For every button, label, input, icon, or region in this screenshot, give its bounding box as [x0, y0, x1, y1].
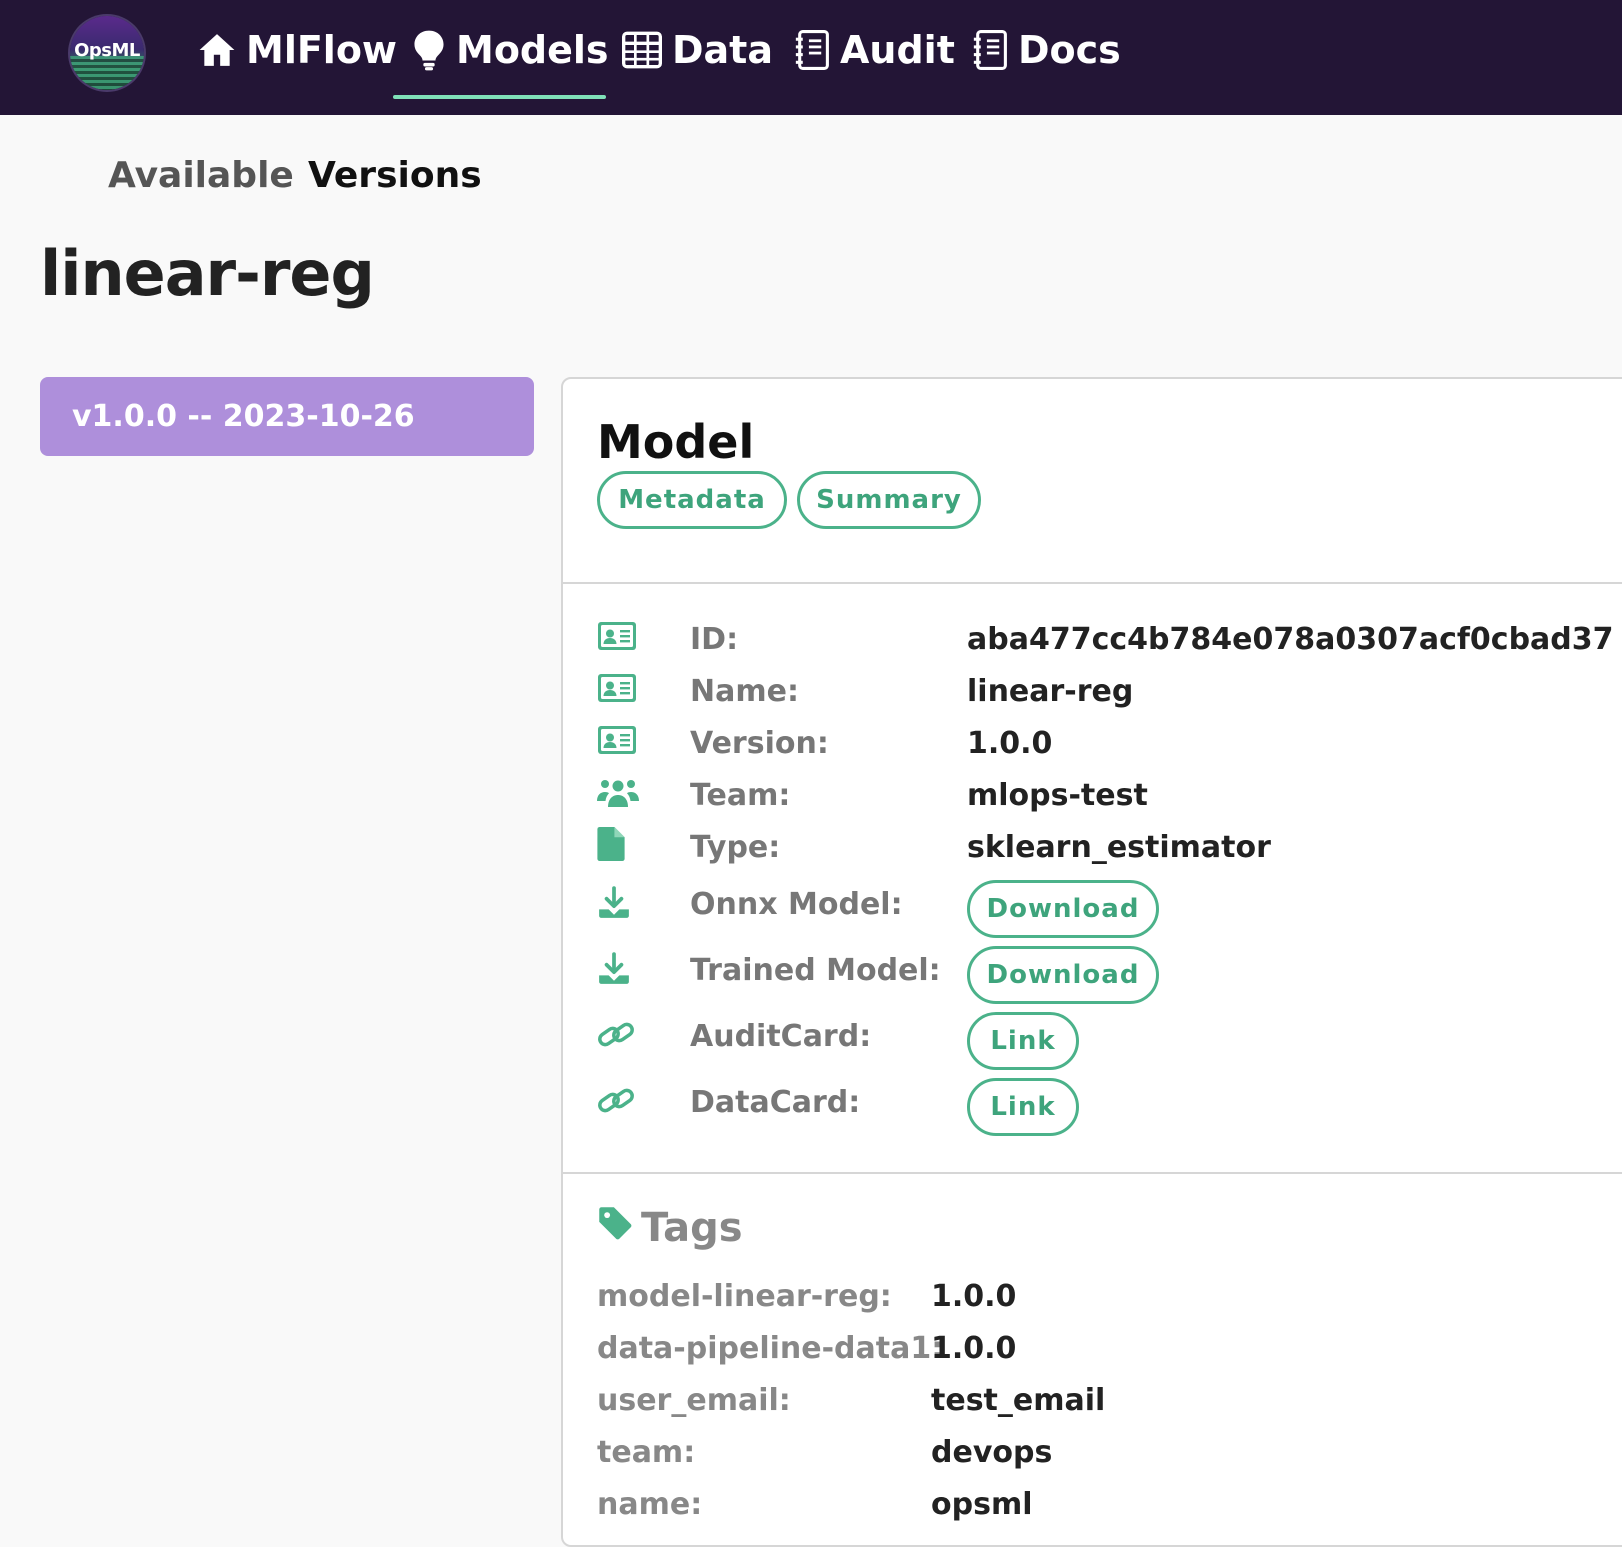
field-label-version: Version:: [690, 726, 829, 761]
tab-versions[interactable]: Versions: [308, 155, 482, 196]
tag-value: test_email: [931, 1383, 1106, 1418]
version-item[interactable]: v1.0.0 -- 2023-10-26: [40, 377, 534, 456]
table-icon: [622, 31, 662, 69]
nav-label: MlFlow: [246, 28, 398, 72]
summary-button[interactable]: Summary: [797, 471, 981, 529]
top-navbar: OpsML MlFlow Models Data Audit Docs: [0, 0, 1622, 115]
id-card-icon: [597, 673, 637, 713]
link-icon: [597, 1084, 637, 1124]
tag-key: name:: [597, 1487, 703, 1522]
model-card: Model Metadata Summary ID: aba477cc4b784…: [561, 377, 1622, 1547]
nav-item-data[interactable]: Data: [622, 22, 773, 78]
nav-label: Data: [672, 28, 773, 72]
field-label-auditcard: AuditCard:: [690, 1019, 872, 1054]
tag-value: 1.0.0: [931, 1279, 1017, 1314]
tags-heading: Tags: [597, 1205, 743, 1251]
home-icon: [198, 31, 236, 69]
field-label-onnx-model: Onnx Model:: [690, 887, 903, 922]
download-icon: [597, 952, 637, 992]
nav-item-audit[interactable]: Audit: [794, 22, 955, 78]
field-label-type: Type:: [690, 830, 781, 865]
tag-key: team:: [597, 1435, 696, 1470]
id-card-icon: [597, 725, 637, 765]
card-title: Model: [597, 415, 755, 469]
users-icon: [597, 777, 639, 817]
field-value-team: mlops-test: [967, 778, 1148, 813]
logo-stripes: [70, 56, 144, 90]
notebook-icon: [972, 30, 1008, 70]
field-label-team: Team:: [690, 778, 791, 813]
file-icon: [597, 827, 637, 867]
card-divider: [563, 1172, 1622, 1174]
link-icon: [597, 1018, 637, 1058]
auditcard-link-button[interactable]: Link: [967, 1012, 1079, 1070]
tags-title: Tags: [641, 1205, 743, 1251]
trained-download-button[interactable]: Download: [967, 946, 1159, 1004]
nav-item-models[interactable]: Models: [412, 22, 609, 78]
nav-label: Audit: [840, 28, 955, 72]
field-label-name: Name:: [690, 674, 799, 709]
active-nav-indicator: [393, 95, 606, 99]
field-value-type: sklearn_estimator: [967, 830, 1271, 865]
id-card-icon: [597, 621, 637, 661]
notebook-icon: [794, 30, 830, 70]
field-value-name: linear-reg: [967, 674, 1134, 709]
tag-key: user_email:: [597, 1383, 791, 1418]
onnx-download-button[interactable]: Download: [967, 880, 1159, 938]
metadata-button[interactable]: Metadata: [597, 471, 787, 529]
page-title: linear-reg: [40, 237, 375, 310]
tag-icon: [597, 1205, 633, 1251]
opsml-logo[interactable]: OpsML: [70, 16, 144, 90]
tag-value: 1.0.0: [931, 1331, 1017, 1366]
nav-item-mlflow[interactable]: MlFlow: [198, 22, 397, 78]
nav-item-docs[interactable]: Docs: [972, 22, 1121, 78]
tag-value: opsml: [931, 1487, 1033, 1522]
field-label-trained-model: Trained Model:: [690, 953, 941, 988]
field-label-id: ID:: [690, 622, 739, 657]
lightbulb-icon: [412, 29, 446, 71]
field-value-version: 1.0.0: [967, 726, 1053, 761]
tag-key: data-pipeline-data1:: [597, 1331, 944, 1366]
tag-key: model-linear-reg:: [597, 1279, 892, 1314]
datacard-link-button[interactable]: Link: [967, 1078, 1079, 1136]
download-icon: [597, 886, 637, 926]
tab-available[interactable]: Available: [108, 155, 294, 196]
tag-value: devops: [931, 1435, 1053, 1470]
field-label-datacard: DataCard:: [690, 1085, 861, 1120]
logo-text: OpsML: [74, 40, 140, 61]
nav-label: Models: [456, 28, 609, 72]
nav-label: Docs: [1018, 28, 1121, 72]
card-divider: [563, 582, 1622, 584]
field-value-id: aba477cc4b784e078a0307acf0cbad37: [967, 622, 1614, 657]
